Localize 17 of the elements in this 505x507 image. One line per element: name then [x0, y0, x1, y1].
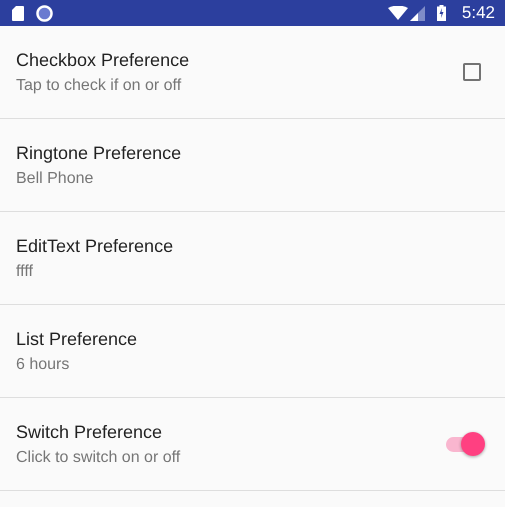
preference-title: Ringtone Preference: [16, 142, 182, 164]
battery-icon: [436, 5, 446, 21]
clock-time: 5:42: [462, 3, 495, 23]
signal-icon: [410, 6, 425, 20]
preference-summary: Bell Phone: [16, 170, 94, 188]
checkbox[interactable]: [463, 63, 481, 81]
preference-title: List Preference: [16, 328, 138, 350]
sd-card-icon: [12, 6, 24, 20]
preference-summary: ffff: [16, 262, 33, 280]
preference-title: Checkbox Preference: [16, 50, 190, 70]
preference-title: Switch Preference: [16, 422, 162, 442]
preference-title: EditText Preference: [16, 236, 174, 256]
toggle-switch[interactable]: [445, 432, 485, 456]
preference-summary: Tap to check if on or off: [16, 76, 182, 94]
preference-summary: Click to switch on or off: [16, 448, 180, 466]
preference-summary: 6 hours: [16, 356, 70, 374]
circle-icon: [36, 4, 53, 22]
